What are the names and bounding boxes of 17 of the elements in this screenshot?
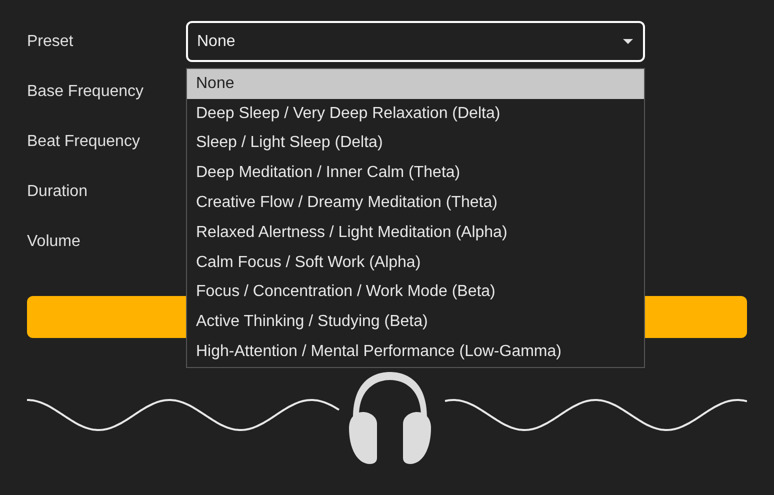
caret-icon bbox=[623, 39, 633, 44]
dropdown-option[interactable]: Sleep / Light Sleep (Delta) bbox=[187, 128, 644, 158]
dropdown-option[interactable]: Creative Flow / Dreamy Meditation (Theta) bbox=[187, 188, 644, 218]
dropdown-option[interactable]: Relaxed Alertness / Light Meditation (Alpha) bbox=[187, 218, 644, 248]
dropdown-option[interactable]: Deep Meditation / Inner Calm (Theta) bbox=[187, 158, 644, 188]
preset-select[interactable]: None bbox=[186, 21, 645, 62]
dropdown-option[interactable]: Focus / Concentration / Work Mode (Beta) bbox=[187, 278, 644, 308]
field-label: Preset bbox=[27, 32, 74, 52]
dropdown-option[interactable]: Active Thinking / Studying (Beta) bbox=[187, 307, 644, 338]
field-label: Duration bbox=[27, 182, 88, 202]
field-label: Volume bbox=[27, 232, 80, 252]
dropdown-option[interactable]: Calm Focus / Soft Work (Alpha) bbox=[187, 248, 644, 278]
field-label: Base Frequency bbox=[27, 82, 144, 102]
dropdown-option[interactable]: None bbox=[187, 69, 644, 99]
dropdown-option[interactable]: Deep Sleep / Very Deep Relaxation (Delta) bbox=[187, 98, 644, 129]
field-label: Beat Frequency bbox=[27, 132, 140, 152]
dropdown-option[interactable]: High-Attention / Mental Performance (Low-Gamma) bbox=[187, 337, 644, 367]
